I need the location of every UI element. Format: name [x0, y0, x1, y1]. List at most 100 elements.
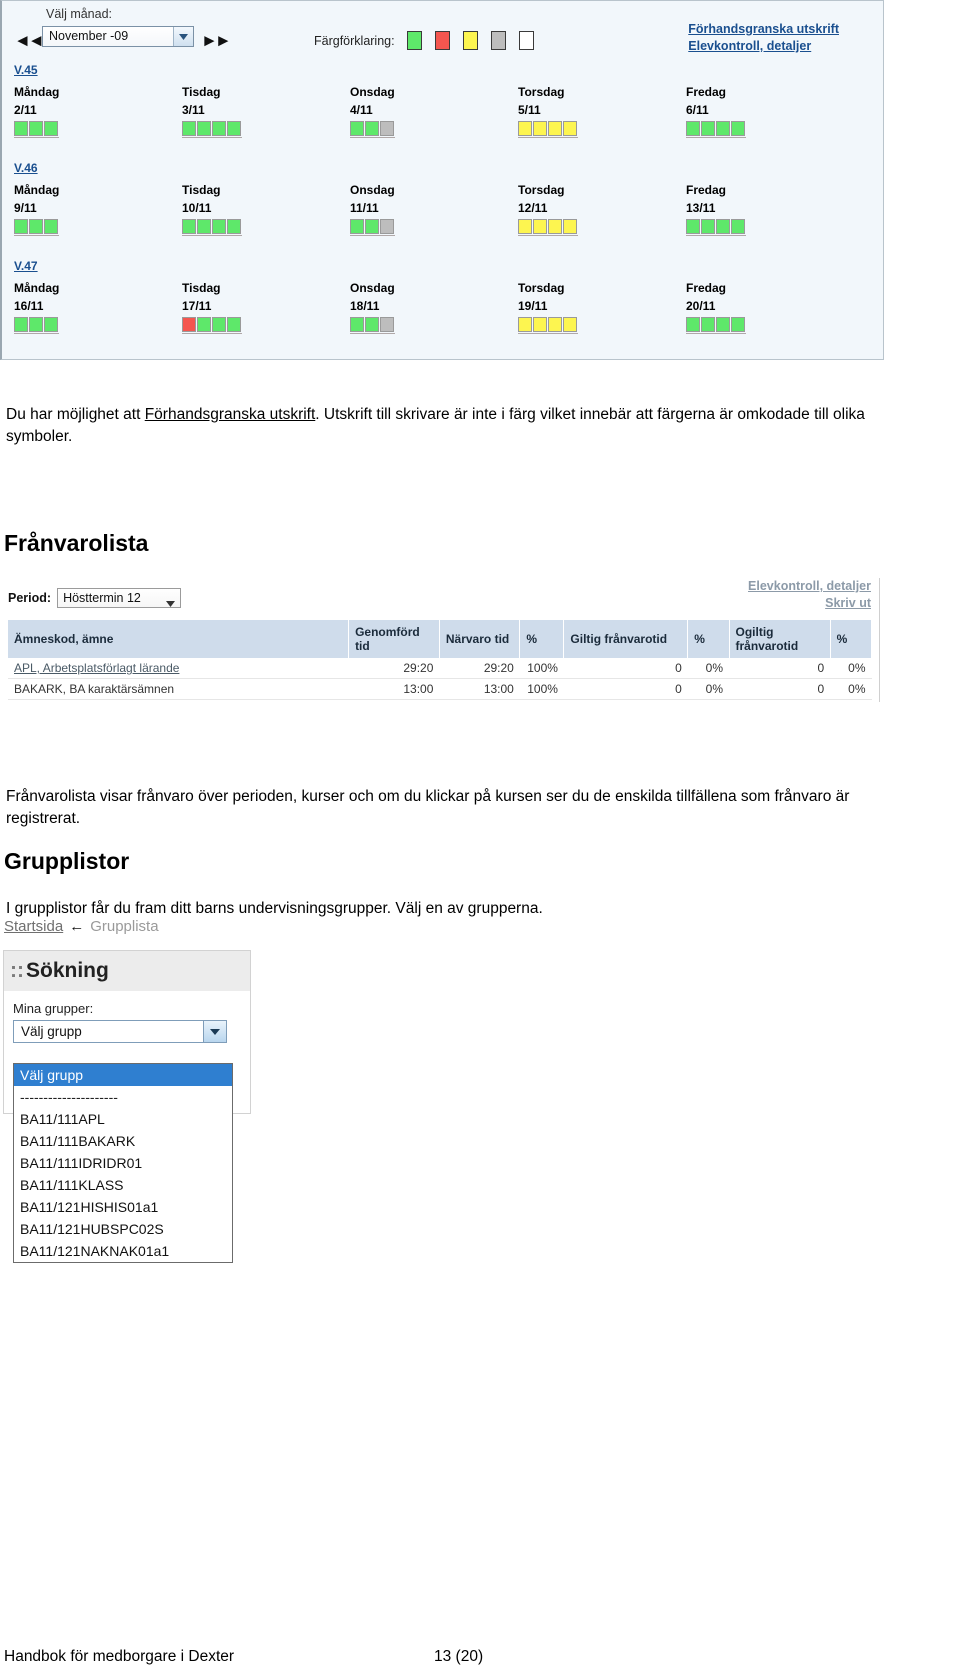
attendance-slot-yellow[interactable] — [548, 219, 562, 234]
attendance-slot-green[interactable] — [365, 121, 379, 136]
day-attendance-slots[interactable] — [686, 219, 746, 236]
attendance-slot-green[interactable] — [212, 317, 226, 332]
attendance-slot-green[interactable] — [14, 219, 28, 234]
attendance-slot-green[interactable] — [227, 317, 241, 332]
group-option[interactable]: BA11/121NAKNAK01a1 — [14, 1240, 232, 1262]
day-attendance-slots[interactable] — [14, 219, 59, 236]
group-select[interactable]: Välj grupp — [13, 1020, 227, 1043]
attendance-slot-green[interactable] — [716, 219, 730, 234]
group-option[interactable]: BA11/111KLASS — [14, 1174, 232, 1196]
month-select[interactable]: November -09 — [42, 26, 194, 47]
attendance-slot-green[interactable] — [731, 121, 745, 136]
attendance-slot-yellow[interactable] — [533, 219, 547, 234]
day-attendance-slots[interactable] — [518, 317, 578, 334]
chevron-down-icon[interactable] — [173, 27, 193, 46]
attendance-slot-green[interactable] — [182, 219, 196, 234]
attendance-slot-green[interactable] — [686, 121, 700, 136]
day-attendance-slots[interactable] — [182, 317, 242, 334]
attendance-slot-green[interactable] — [731, 219, 745, 234]
attendance-slot-green[interactable] — [350, 317, 364, 332]
table-row[interactable]: BAKARK, BA karaktärsämnen 13:00 13:00 100% 0… — [8, 678, 872, 700]
attendance-slot-yellow[interactable] — [518, 121, 532, 136]
attendance-slot-green[interactable] — [44, 219, 58, 234]
attendance-slot-green[interactable] — [29, 219, 43, 234]
attendance-slot-red[interactable] — [182, 317, 196, 332]
attendance-slot-yellow[interactable] — [563, 317, 577, 332]
day-attendance-slots[interactable] — [518, 121, 578, 138]
attendance-slot-green[interactable] — [227, 121, 241, 136]
attendance-slot-green[interactable] — [212, 121, 226, 136]
group-option[interactable]: BA11/121HUBSPC02S — [14, 1218, 232, 1240]
attendance-slot-green[interactable] — [29, 121, 43, 136]
attendance-slot-green[interactable] — [14, 121, 28, 136]
day-attendance-slots[interactable] — [350, 121, 395, 138]
attendance-slot-green[interactable] — [350, 121, 364, 136]
attendance-slot-green[interactable] — [686, 317, 700, 332]
attendance-slot-green[interactable] — [365, 219, 379, 234]
week-number-link[interactable]: V.47 — [14, 259, 38, 273]
day-attendance-slots[interactable] — [14, 317, 59, 334]
attendance-slot-green[interactable] — [197, 121, 211, 136]
attendance-slot-yellow[interactable] — [533, 121, 547, 136]
attendance-slot-green[interactable] — [350, 219, 364, 234]
attendance-slot-green[interactable] — [197, 219, 211, 234]
day-attendance-slots[interactable] — [686, 121, 746, 138]
attendance-slot-yellow[interactable] — [563, 121, 577, 136]
attendance-slot-green[interactable] — [686, 219, 700, 234]
previous-month-button[interactable]: ◄◄ — [14, 31, 45, 51]
link-preview-print[interactable]: Förhandsgranska utskrift — [688, 21, 839, 38]
group-option[interactable]: BA11/121HISHIS01a1 — [14, 1196, 232, 1218]
period-select[interactable]: Hösttermin 12 — [57, 588, 182, 610]
attendance-slot-gray[interactable] — [380, 317, 394, 332]
group-option[interactable]: BA11/111IDRIDR01 — [14, 1152, 232, 1174]
attendance-slot-yellow[interactable] — [518, 219, 532, 234]
attendance-slot-green[interactable] — [44, 317, 58, 332]
attendance-slot-green[interactable] — [227, 219, 241, 234]
day-attendance-slots[interactable] — [14, 121, 59, 138]
attendance-slot-yellow[interactable] — [563, 219, 577, 234]
attendance-slot-yellow[interactable] — [548, 317, 562, 332]
cell-subject[interactable]: APL, Arbetsplatsförlagt lärande — [8, 658, 349, 679]
week-number-link[interactable]: V.46 — [14, 161, 38, 175]
group-option[interactable]: Välj grupp — [14, 1064, 232, 1086]
next-month-button[interactable]: ►► — [201, 31, 232, 51]
day-attendance-slots[interactable] — [182, 121, 242, 138]
attendance-slot-green[interactable] — [701, 121, 715, 136]
day-attendance-slots[interactable] — [350, 219, 395, 236]
group-option[interactable]: BA11/111BAKARK — [14, 1130, 232, 1152]
group-option[interactable]: --------------------- — [14, 1086, 232, 1108]
attendance-slot-green[interactable] — [182, 121, 196, 136]
breadcrumb-home[interactable]: Startsida — [4, 918, 63, 935]
subject-link[interactable]: APL, Arbetsplatsförlagt lärande — [14, 661, 179, 675]
day-attendance-slots[interactable] — [686, 317, 746, 334]
attendance-slot-green[interactable] — [701, 219, 715, 234]
inline-link-preview-print[interactable]: Förhandsgranska utskrift — [145, 406, 316, 423]
attendance-slot-yellow[interactable] — [533, 317, 547, 332]
attendance-slot-yellow[interactable] — [518, 317, 532, 332]
group-option[interactable]: BA11/111APL — [14, 1108, 232, 1130]
attendance-slot-green[interactable] — [731, 317, 745, 332]
attendance-slot-green[interactable] — [716, 317, 730, 332]
attendance-slot-green[interactable] — [716, 121, 730, 136]
day-attendance-slots[interactable] — [518, 219, 578, 236]
attendance-slot-gray[interactable] — [380, 219, 394, 234]
week-number-link[interactable]: V.45 — [14, 63, 38, 77]
group-options-dropdown[interactable]: Välj grupp --------------------- BA11/111A… — [13, 1063, 233, 1263]
attendance-slot-green[interactable] — [197, 317, 211, 332]
attendance-slot-green[interactable] — [701, 317, 715, 332]
day-attendance-slots[interactable] — [350, 317, 395, 334]
chevron-down-icon[interactable] — [166, 596, 176, 610]
link-student-check-details[interactable]: Elevkontroll, detaljer — [748, 578, 871, 595]
link-student-check-details[interactable]: Elevkontroll, detaljer — [688, 38, 839, 55]
day-attendance-slots[interactable] — [182, 219, 242, 236]
attendance-slot-green[interactable] — [29, 317, 43, 332]
link-print[interactable]: Skriv ut — [748, 595, 871, 612]
attendance-slot-green[interactable] — [212, 219, 226, 234]
table-row[interactable]: APL, Arbetsplatsförlagt lärande 29:20 29:2… — [8, 658, 872, 679]
attendance-slot-yellow[interactable] — [548, 121, 562, 136]
attendance-slot-green[interactable] — [14, 317, 28, 332]
chevron-down-icon[interactable] — [203, 1021, 226, 1042]
attendance-slot-gray[interactable] — [380, 121, 394, 136]
attendance-slot-green[interactable] — [365, 317, 379, 332]
attendance-slot-green[interactable] — [44, 121, 58, 136]
